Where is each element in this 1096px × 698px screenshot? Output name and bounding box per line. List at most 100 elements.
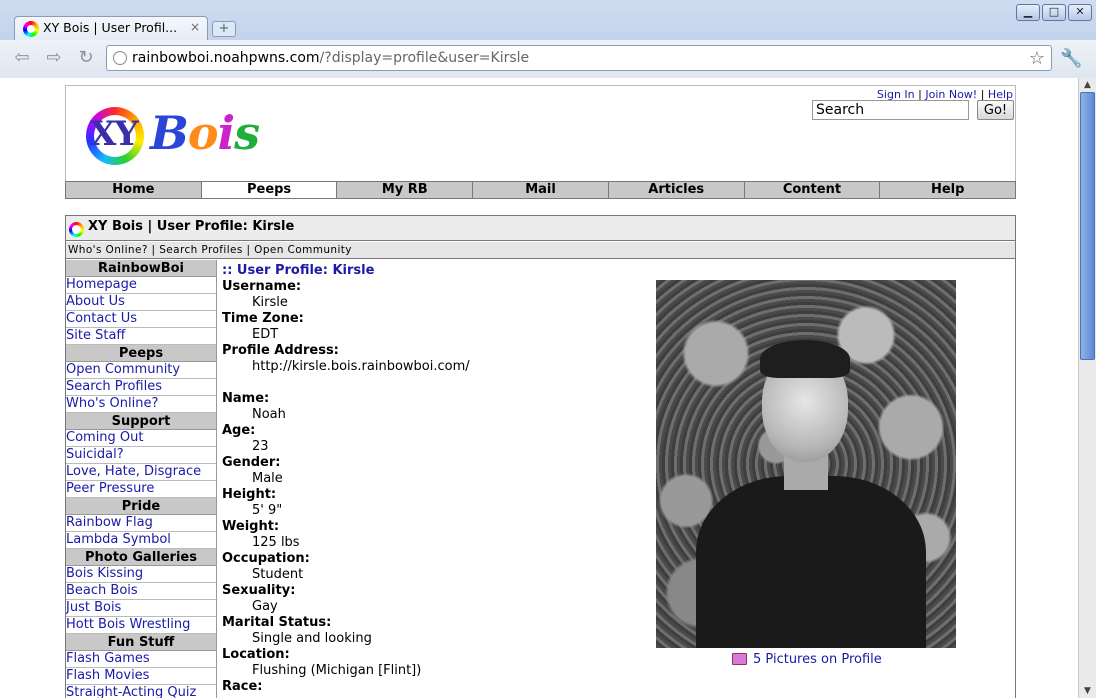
sidebar-heading: Peeps [66,345,216,362]
field-value: 125 lbs [252,535,300,550]
sidebar-link[interactable]: Search Profiles [66,379,216,396]
nav-articles[interactable]: Articles [608,182,745,198]
field-value: Single and looking [252,631,372,646]
sidebar-link[interactable]: Open Community [66,362,216,379]
browser-toolbar: ⇦ ⇨ ↻ rainbowboi.noahpwns.com/?display=p… [0,40,1096,78]
logo-xy: XY [90,114,139,154]
scroll-down-icon[interactable]: ▼ [1079,684,1096,698]
sidebar-link[interactable]: Flash Movies [66,668,216,685]
field-value: 5' 9" [252,503,283,518]
address-url[interactable]: rainbowboi.noahpwns.com/?display=profile… [132,50,529,66]
nav-mail[interactable]: Mail [473,182,609,198]
scroll-up-icon[interactable]: ▲ [1079,78,1096,92]
sidebar-link[interactable]: Bois Kissing [66,566,216,583]
pictures-link[interactable]: 5 Pictures on Profile [732,652,882,667]
search-input[interactable] [812,100,969,120]
sidebar-link[interactable]: Hott Bois Wrestling [66,617,216,634]
page-viewport: XY Bois Sign In | Join Now! | Help Go! H… [0,79,1078,698]
sidebar-link[interactable]: Flash Games [66,651,216,668]
profile-fields: Username: Kirsle Time Zone: EDT Profile Addr… [222,279,642,695]
tab-title: XY Bois | User Profil... [43,20,178,35]
field-label: Name: [222,391,270,406]
wrench-menu-icon[interactable]: 🔧 [1060,48,1082,69]
site-logo[interactable]: XY Bois [84,104,260,170]
sidebar-link[interactable]: About Us [66,294,216,311]
close-window-button[interactable]: ✕ [1068,4,1092,21]
sidebar-heading: Fun Stuff [66,634,216,651]
sidebar-link[interactable]: Who's Online? [66,396,216,413]
community-subnav[interactable]: Who's Online? | Search Profiles | Open C… [66,242,1015,259]
tab-close-icon[interactable]: × [190,20,200,34]
sidebar-link[interactable]: Love, Hate, Disgrace [66,464,216,481]
field-value: Noah [252,407,286,422]
sidebar-link[interactable]: Rainbow Flag [66,515,216,532]
logo-bois: Bois [150,106,260,160]
field-label: Race: [222,679,263,694]
field-label: Time Zone: [222,311,304,326]
field-value: http://kirsle.bois.rainbowboi.com/ [252,359,470,374]
sidebar-link[interactable]: Just Bois [66,600,216,617]
profile-details: :: User Profile: Kirsle Username: Kirsle T… [222,263,642,695]
field-value: Student [252,567,304,582]
field-label: Marital Status: [222,615,332,630]
forward-icon[interactable]: ⇨ [42,47,66,71]
page-icon [113,51,127,65]
field-value: Gay [252,599,278,614]
sidebar-link[interactable]: Beach Bois [66,583,216,600]
field-value: Male [252,471,283,486]
field-label: Height: [222,487,277,502]
field-label: Location: [222,647,290,662]
sidebar-heading: Pride [66,498,216,515]
main-navigation: Home Peeps My RB Mail Articles Content H… [65,181,1016,199]
scroll-thumb[interactable] [1080,92,1095,360]
tab-strip: XY Bois | User Profil... × + ▁ □ ✕ [0,0,1096,40]
sidebar-link[interactable]: Straight-Acting Quiz [66,685,216,698]
field-label: Weight: [222,519,280,534]
nav-peeps[interactable]: Peeps [201,182,338,198]
sidebar-link[interactable]: Homepage [66,277,216,294]
sidebar-link[interactable]: Contact Us [66,311,216,328]
new-tab-button[interactable]: + [212,21,236,37]
page-title: XY Bois | User Profile: Kirsle [88,219,295,234]
nav-my-rb[interactable]: My RB [337,182,474,198]
minimize-button[interactable]: ▁ [1016,4,1040,21]
profile-photo[interactable] [656,280,956,648]
site-header: XY Bois Sign In | Join Now! | Help Go! [65,85,1016,181]
field-label: Sexuality: [222,583,296,598]
field-value: Kirsle [252,295,288,310]
address-bar[interactable]: rainbowboi.noahpwns.com/?display=profile… [106,45,1052,71]
sidebar: RainbowBoi Homepage About Us Contact Us Site… [66,260,217,698]
bookmark-star-icon[interactable]: ☆ [1029,48,1045,69]
browser-tab[interactable]: XY Bois | User Profil... × [14,16,208,40]
pictures-icon [732,653,747,665]
back-icon[interactable]: ⇦ [10,47,34,71]
maximize-button[interactable]: □ [1042,4,1066,21]
field-label: Gender: [222,455,281,470]
sidebar-link[interactable]: Coming Out [66,430,216,447]
sidebar-heading: Support [66,413,216,430]
field-value: Flushing (Michigan [Flint]) [252,663,422,678]
sidebar-link[interactable]: Site Staff [66,328,216,345]
field-spacer [222,375,642,391]
nav-home[interactable]: Home [66,182,202,198]
nav-help[interactable]: Help [880,182,1016,198]
sidebar-link[interactable]: Suicidal? [66,447,216,464]
field-label: Profile Address: [222,343,339,358]
page-scrollbar[interactable]: ▲ ▼ [1078,78,1096,698]
site-favicon-icon [23,21,39,37]
search-go-button[interactable]: Go! [977,100,1014,120]
sidebar-link[interactable]: Peer Pressure [66,481,216,498]
profile-heading: :: User Profile: Kirsle [222,263,375,278]
photo-shirt [696,476,926,648]
sidebar-heading: Photo Galleries [66,549,216,566]
content-frame: XY Bois | User Profile: Kirsle Who's Onl… [65,215,1016,698]
sidebar-link[interactable]: Lambda Symbol [66,532,216,549]
reload-icon[interactable]: ↻ [74,47,98,71]
field-label: Age: [222,423,256,438]
field-label: Username: [222,279,302,294]
photo-hair [760,340,850,378]
nav-content[interactable]: Content [744,182,881,198]
field-label: Occupation: [222,551,310,566]
browser-chrome: XY Bois | User Profil... × + ▁ □ ✕ ⇦ ⇨ ↻… [0,0,1096,78]
rainbow-ring-icon [69,222,84,237]
